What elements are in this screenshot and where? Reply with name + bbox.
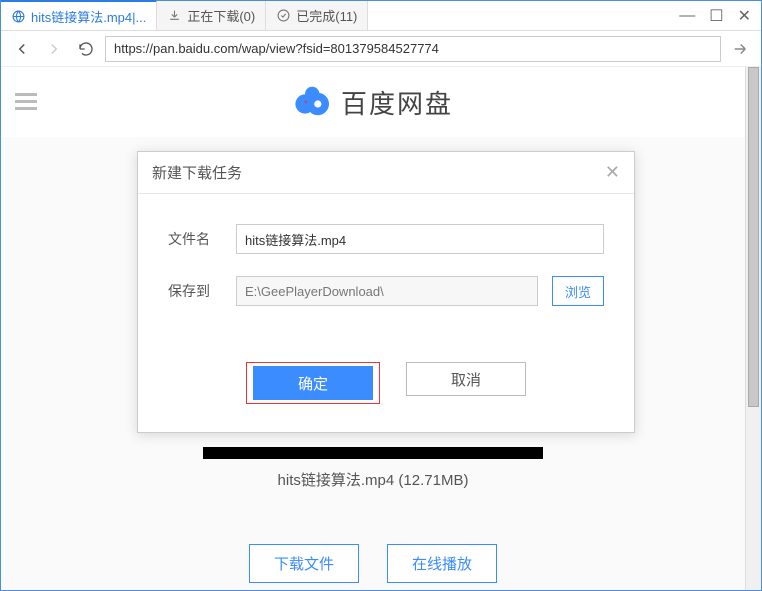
file-name: hits链接算法.mp4 — [278, 472, 395, 489]
save-to-label: 保存到 — [168, 281, 222, 301]
download-file-button[interactable]: 下载文件 — [249, 544, 359, 583]
action-buttons: 下载文件 在线播放 — [1, 544, 745, 583]
scrollbar-thumb[interactable] — [748, 67, 759, 407]
tab-label: 正在下载(0) — [187, 6, 255, 25]
baidu-netdisk-logo-icon — [293, 82, 333, 122]
browse-button[interactable]: 浏览 — [552, 276, 604, 306]
go-button[interactable] — [727, 36, 753, 62]
tab-bar: hits链接算法.mp4|... 正在下载(0) 已完成(11) — ☐ ✕ — [1, 1, 761, 31]
minimize-button[interactable]: — — [679, 7, 695, 25]
site-logo-text: 百度网盘 — [341, 84, 453, 121]
cancel-button[interactable]: 取消 — [406, 362, 526, 396]
file-info: hits链接算法.mp4 (12.71MB) — [61, 469, 685, 490]
tab-completed[interactable]: 已完成(11) — [266, 1, 368, 30]
browser-window: hits链接算法.mp4|... 正在下载(0) 已完成(11) — ☐ ✕ — [0, 0, 762, 591]
back-button[interactable] — [9, 36, 35, 62]
nav-bar: https://pan.baidu.com/wap/view?fsid=8013… — [1, 31, 761, 67]
save-to-input[interactable] — [236, 276, 538, 306]
close-button[interactable]: ✕ — [738, 6, 751, 26]
reload-button[interactable] — [73, 36, 99, 62]
maximize-button[interactable]: ☐ — [709, 6, 723, 26]
window-controls: — ☐ ✕ — [679, 1, 761, 30]
tab-downloading[interactable]: 正在下载(0) — [157, 1, 266, 30]
vertical-scrollbar[interactable] — [745, 67, 761, 590]
confirm-button-highlight: 确定 — [246, 362, 380, 404]
tab-label: hits链接算法.mp4|... — [31, 7, 146, 26]
filename-label: 文件名 — [168, 229, 222, 249]
filename-row: 文件名 — [168, 224, 604, 254]
dialog-header: 新建下载任务 ✕ — [138, 152, 634, 194]
video-preview-bar — [203, 447, 543, 459]
url-bar[interactable]: https://pan.baidu.com/wap/view?fsid=8013… — [105, 36, 721, 62]
dialog-footer: 确定 取消 — [138, 348, 634, 432]
filename-input[interactable] — [236, 224, 604, 254]
dialog-title: 新建下载任务 — [152, 162, 242, 183]
hamburger-menu-icon[interactable] — [15, 93, 37, 114]
site-logo: 百度网盘 — [293, 82, 453, 122]
download-icon — [167, 9, 181, 23]
dialog-body: 文件名 保存到 浏览 — [138, 194, 634, 348]
page-header: 百度网盘 — [1, 67, 745, 137]
new-download-dialog: 新建下载任务 ✕ 文件名 保存到 浏览 确定 取消 — [137, 151, 635, 433]
check-circle-icon — [276, 9, 290, 23]
tab-label: 已完成(11) — [296, 6, 357, 25]
play-online-button[interactable]: 在线播放 — [387, 544, 497, 583]
globe-icon — [11, 9, 25, 23]
confirm-button[interactable]: 确定 — [253, 366, 373, 400]
file-preview: hits链接算法.mp4 (12.71MB) — [1, 447, 745, 490]
forward-button[interactable] — [41, 36, 67, 62]
dialog-close-icon[interactable]: ✕ — [605, 162, 620, 183]
save-to-row: 保存到 浏览 — [168, 276, 604, 306]
url-text: https://pan.baidu.com/wap/view?fsid=8013… — [114, 41, 439, 56]
file-size: 12.71MB — [403, 472, 463, 489]
tab-current-page[interactable]: hits链接算法.mp4|... — [1, 0, 157, 30]
